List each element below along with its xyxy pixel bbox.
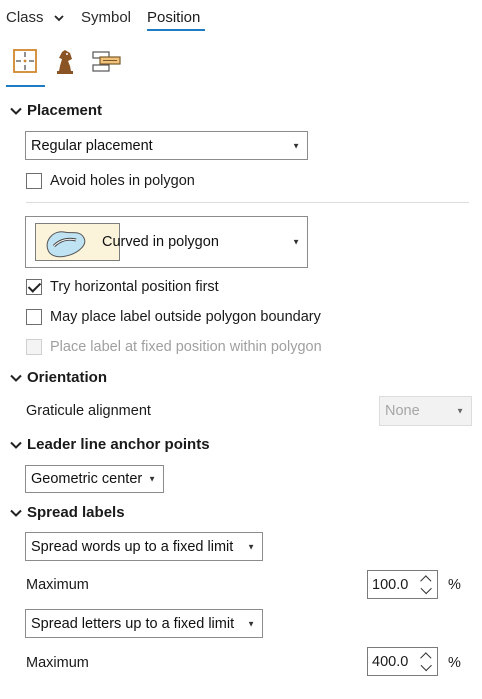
section-spread-header[interactable]: Spread labels (9, 504, 125, 521)
placement-style-dropdown[interactable]: Curved in polygon ▼ (25, 216, 308, 268)
anchor-point-value: Geometric center (31, 471, 143, 487)
graticule-alignment-dropdown: None ▼ (379, 396, 472, 426)
avoid-holes-row[interactable]: Avoid holes in polygon (26, 173, 195, 189)
try-horizontal-checkbox[interactable] (26, 279, 42, 295)
tab-position[interactable]: Position (147, 9, 200, 26)
chevron-down-icon[interactable] (420, 659, 432, 671)
section-leader-header[interactable]: Leader line anchor points (9, 436, 210, 453)
letters-maximum-label: Maximum (26, 655, 89, 671)
spread-words-dropdown[interactable]: Spread words up to a fixed limit ▼ (25, 532, 263, 561)
outside-boundary-row[interactable]: May place label outside polygon boundary (26, 309, 321, 325)
words-maximum-unit: % (448, 577, 461, 593)
outside-boundary-checkbox[interactable] (26, 309, 42, 325)
words-maximum-value: 100.0 (372, 576, 409, 593)
tab-class[interactable]: Class (6, 9, 64, 26)
section-divider (26, 202, 469, 203)
section-orientation-header[interactable]: Orientation (9, 369, 107, 386)
icon-tab-underline (6, 85, 45, 87)
letters-maximum-value: 400.0 (372, 653, 409, 670)
avoid-holes-label: Avoid holes in polygon (50, 173, 195, 189)
spread-words-value: Spread words up to a fixed limit (31, 538, 234, 555)
try-horizontal-label: Try horizontal position first (50, 279, 219, 295)
fixed-position-label: Place label at fixed position within pol… (50, 339, 322, 355)
chevron-down-icon (10, 374, 22, 382)
placement-type-dropdown[interactable]: Regular placement ▼ (25, 131, 308, 160)
avoid-holes-checkbox[interactable] (26, 173, 42, 189)
caret-down-icon: ▼ (247, 619, 255, 628)
placement-style-value: Curved in polygon (102, 234, 219, 250)
words-maximum-input[interactable]: 100.0 (367, 570, 438, 599)
section-spread-title: Spread labels (27, 504, 125, 521)
position-crosshair-icon (13, 49, 37, 73)
placement-type-value: Regular placement (31, 137, 153, 154)
section-orientation-title: Orientation (27, 369, 108, 386)
letters-maximum-input[interactable]: 400.0 (367, 647, 438, 676)
label-stack-icon (92, 51, 121, 72)
position-tab-button[interactable] (8, 46, 42, 76)
caret-down-icon: ▼ (292, 141, 300, 150)
chevron-down-icon (10, 441, 22, 449)
graticule-alignment-label: Graticule alignment (26, 403, 151, 419)
conflict-tab-button[interactable] (48, 46, 82, 76)
try-horizontal-row[interactable]: Try horizontal position first (26, 279, 219, 295)
section-placement-header[interactable]: Placement (9, 102, 102, 119)
words-maximum-label: Maximum (26, 577, 89, 593)
graticule-alignment-value: None (385, 403, 420, 419)
chevron-down-icon (10, 107, 22, 115)
tab-symbol-label: Symbol (81, 9, 132, 26)
anchor-point-dropdown[interactable]: Geometric center ▼ (25, 465, 164, 493)
chevron-down-icon[interactable] (420, 582, 432, 594)
fixed-position-checkbox (26, 339, 42, 355)
spread-letters-value: Spread letters up to a fixed limit (31, 615, 235, 632)
tab-position-label: Position (147, 9, 201, 26)
caret-down-icon: ▼ (456, 406, 464, 416)
chevron-down-icon (10, 509, 22, 517)
letters-maximum-unit: % (448, 655, 461, 671)
chess-knight-icon (57, 50, 73, 74)
caret-down-icon: ▼ (148, 474, 156, 484)
outside-boundary-label: May place label outside polygon boundary (50, 309, 321, 325)
words-maximum-spinner[interactable] (419, 573, 433, 596)
section-leader-title: Leader line anchor points (27, 436, 210, 453)
tab-position-underline (147, 29, 205, 31)
caret-down-icon: ▼ (247, 542, 255, 551)
letters-maximum-spinner[interactable] (419, 650, 433, 673)
section-placement-title: Placement (27, 102, 103, 119)
fitting-tab-button[interactable] (89, 46, 123, 76)
tab-symbol[interactable]: Symbol (81, 9, 131, 26)
spread-letters-dropdown[interactable]: Spread letters up to a fixed limit ▼ (25, 609, 263, 638)
chevron-down-icon (54, 14, 64, 21)
fixed-position-row: Place label at fixed position within pol… (26, 339, 322, 355)
caret-down-icon: ▼ (292, 237, 300, 247)
tab-class-label: Class (6, 9, 44, 26)
